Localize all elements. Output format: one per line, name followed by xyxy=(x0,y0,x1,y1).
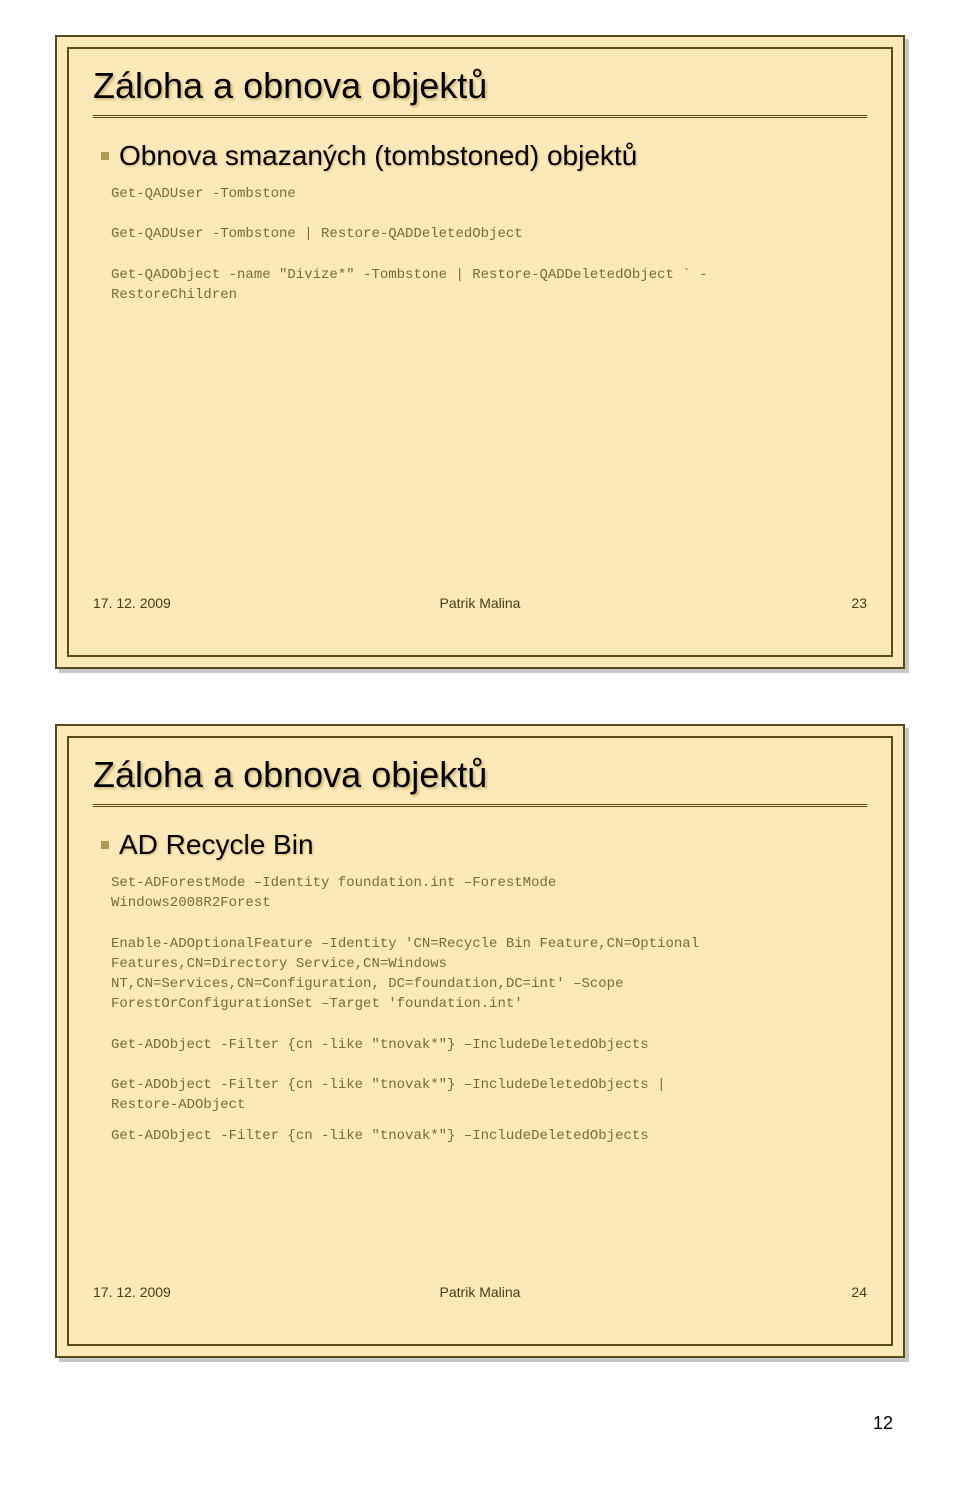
code-snippet-1: Get-QADUser -Tombstone xyxy=(111,184,867,204)
slide-subheading: AD Recycle Bin xyxy=(93,829,867,861)
slide-inner: Záloha a obnova objektů Obnova smazaných… xyxy=(57,37,903,627)
code-snippet-3: Get-ADObject -Filter {cn -like "tnovak*"… xyxy=(111,1035,867,1055)
code-snippet-3: Get-QADObject -name "Divize*" -Tombstone… xyxy=(111,265,867,306)
footer-author: Patrik Malina xyxy=(351,1284,609,1300)
slide-subheading: Obnova smazaných (tombstoned) objektů xyxy=(93,140,867,172)
slide-footer: 17. 12. 2009 Patrik Malina 24 xyxy=(93,1284,867,1300)
footer-date: 17. 12. 2009 xyxy=(93,595,351,611)
code-snippet-4: Get-ADObject -Filter {cn -like "tnovak*"… xyxy=(111,1075,867,1116)
title-divider xyxy=(93,115,867,118)
footer-slide-number: 23 xyxy=(609,595,867,611)
footer-date: 17. 12. 2009 xyxy=(93,1284,351,1300)
slide-title: Záloha a obnova objektů xyxy=(93,754,867,796)
code-snippet-2: Enable-ADOptionalFeature –Identity 'CN=R… xyxy=(111,934,867,1015)
code-snippet-1: Set-ADForestMode –Identity foundation.in… xyxy=(111,873,867,914)
slide-inner: Záloha a obnova objektů AD Recycle Bin S… xyxy=(57,726,903,1316)
footer-slide-number: 24 xyxy=(609,1284,867,1300)
page: Záloha a obnova objektů Obnova smazaných… xyxy=(0,0,960,1494)
document-page-number: 12 xyxy=(55,1413,905,1434)
slide-footer: 17. 12. 2009 Patrik Malina 23 xyxy=(93,595,867,611)
code-snippet-5: Get-ADObject -Filter {cn -like "tnovak*"… xyxy=(111,1126,867,1146)
slide-24: Záloha a obnova objektů AD Recycle Bin S… xyxy=(55,724,905,1358)
subhead-text: Obnova smazaných (tombstoned) objektů xyxy=(119,140,637,172)
footer-author: Patrik Malina xyxy=(351,595,609,611)
slide-title: Záloha a obnova objektů xyxy=(93,65,867,107)
subhead-text: AD Recycle Bin xyxy=(119,829,314,861)
bullet-square-icon xyxy=(101,841,109,849)
bullet-square-icon xyxy=(101,152,109,160)
title-divider xyxy=(93,804,867,807)
code-snippet-2: Get-QADUser -Tombstone | Restore-QADDele… xyxy=(111,224,867,244)
slide-23: Záloha a obnova objektů Obnova smazaných… xyxy=(55,35,905,669)
